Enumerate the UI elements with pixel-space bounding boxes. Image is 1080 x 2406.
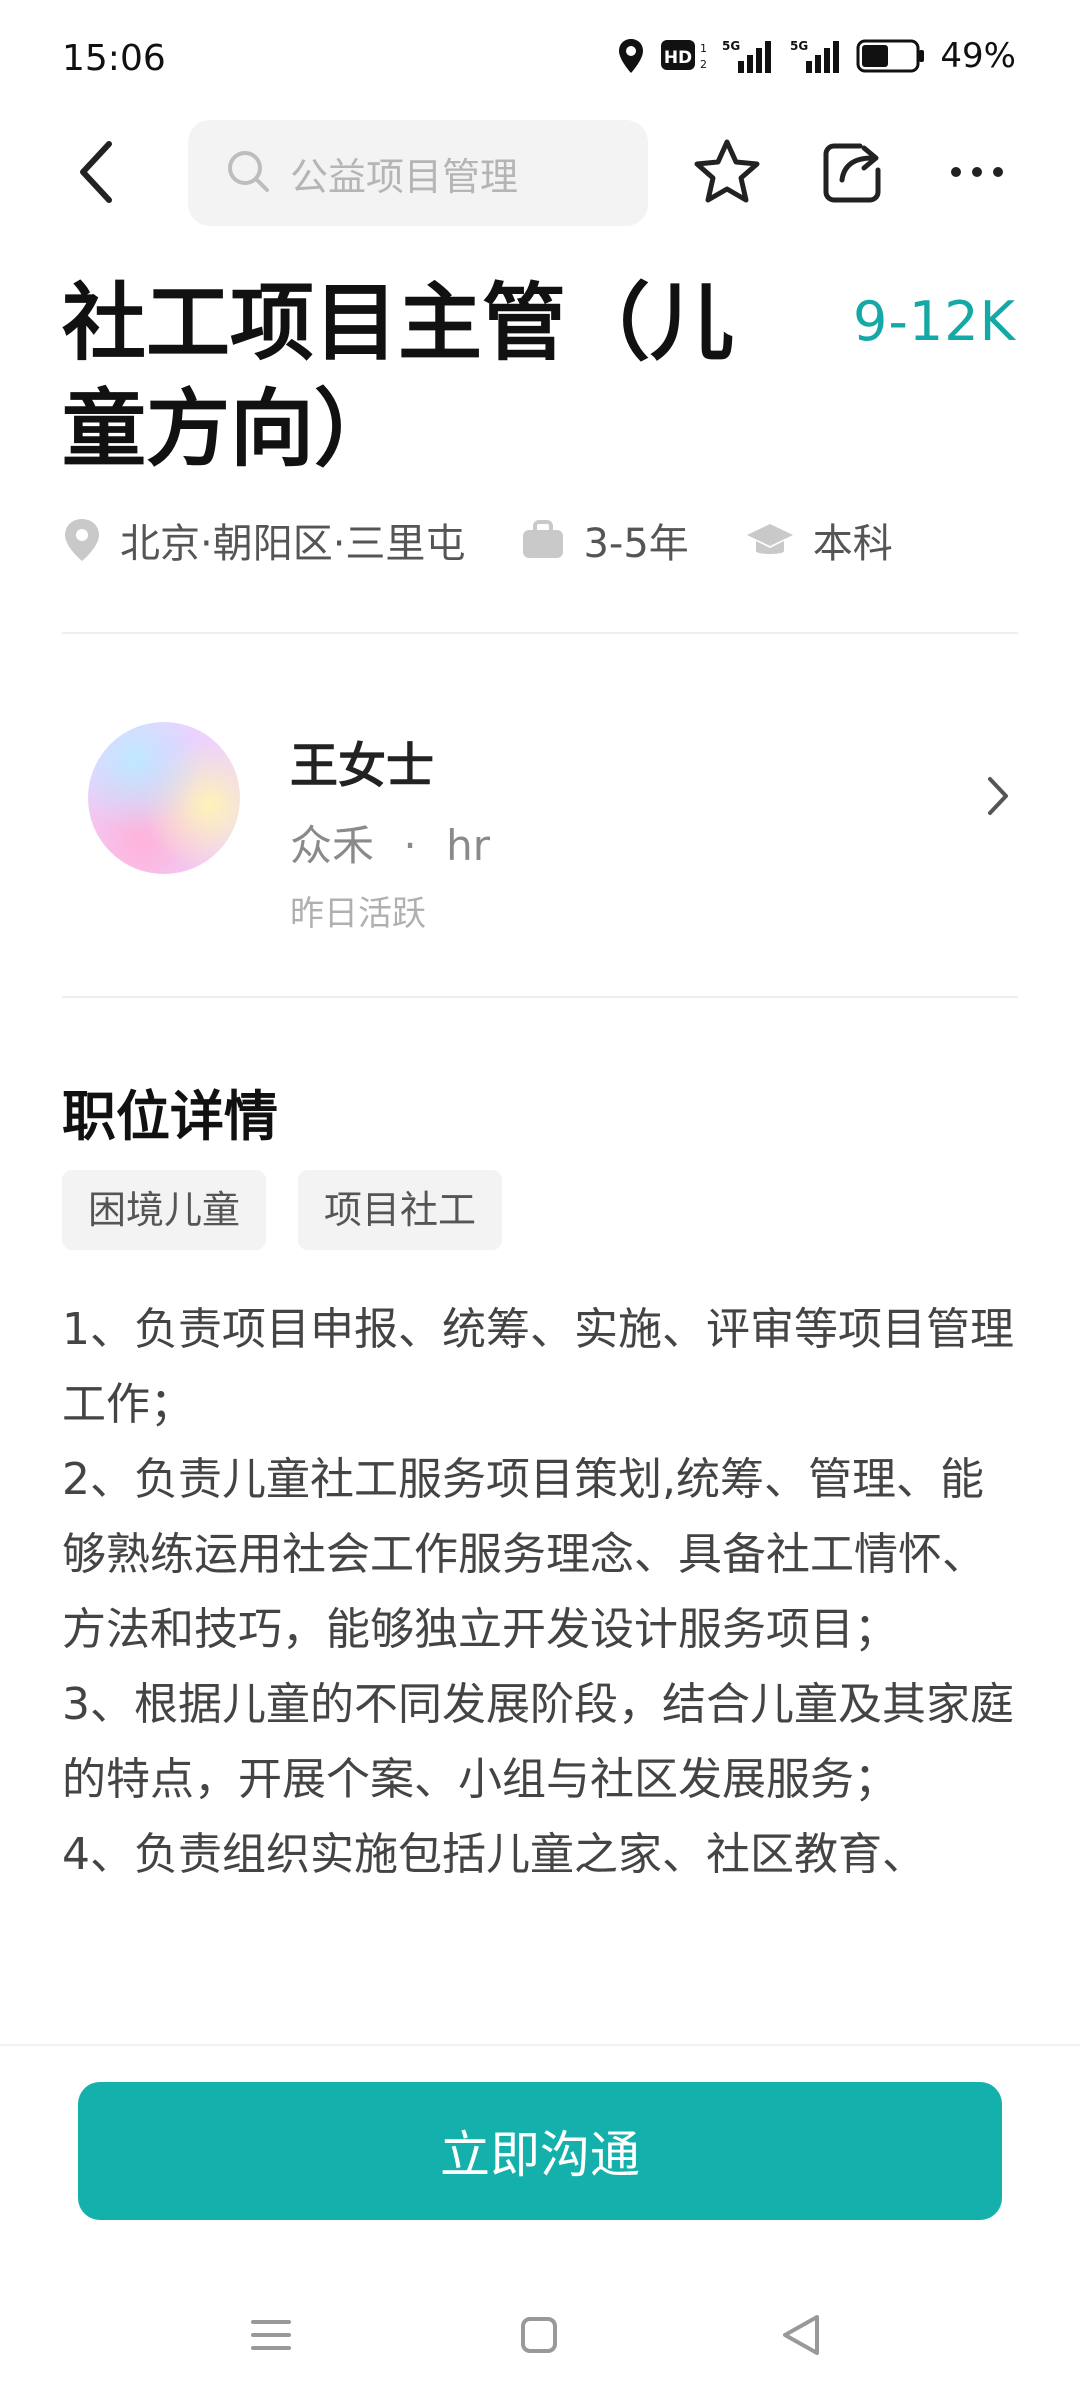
recruiter-role: hr [446,821,490,870]
hd-label: HD [664,48,692,68]
back-icon [77,140,117,208]
description-line: 4、负责组织实施包括儿童之家、社区教育、 [62,1829,926,1880]
job-title-line-1: 社工项目主管（儿 [62,274,735,372]
briefcase-icon [521,520,565,560]
job-meta: 北京·朝阳区·三里屯 3-5年 本科 [62,508,893,572]
search-icon [224,147,272,199]
home-icon [519,2315,559,2359]
recruiter-name: 王女士 [290,738,435,794]
recruiter-activity: 昨日活跃 [290,894,426,934]
recruiter-separator: · [403,821,417,870]
recruiter-company-name: 众禾 [290,821,375,870]
job-experience-text: 3-5年 [583,521,689,567]
signal-5g-icon: 5G [720,37,774,75]
battery-icon [856,38,926,74]
recruiter-company: 众禾 · hr [290,812,490,873]
location-pin-icon [62,517,102,563]
star-icon [693,138,761,208]
job-description: 1、负责项目申报、统筹、实施、评审等项目管理工作； 2、负责儿童社工服务项目策划… [62,1292,1022,1892]
job-title: 社工项目主管（儿 童方向） [62,270,802,482]
tag[interactable]: 项目社工 [298,1170,503,1250]
job-education: 本科 [745,511,893,569]
svg-text:2: 2 [700,58,706,71]
description-line: 3、根据儿童的不同发展阶段，结合儿童及其家庭的特点，开展个案、小组与社区发展服务… [62,1679,1014,1805]
more-button[interactable] [932,128,1022,218]
net-label-2: 5G [790,39,808,53]
status-icons: HD 1 2 5G 5G 49% [616,36,1016,76]
salary: 9-12K [853,290,1016,353]
divider [62,632,1018,634]
avatar[interactable] [88,722,240,874]
job-experience: 3-5年 [521,511,689,569]
section-title: 职位详情 [62,1085,278,1148]
back-button[interactable] [62,134,132,214]
back-triangle-icon [781,2313,821,2361]
job-education-text: 本科 [812,521,893,567]
more-icon [949,164,1005,183]
location-icon [616,37,646,75]
favorite-button[interactable] [682,128,772,218]
chat-now-button[interactable]: 立即沟通 [78,2082,1002,2220]
graduation-cap-icon [745,520,795,560]
description-line: 2、负责儿童社工服务项目策划,统筹、管理、能够熟练运用社会工作服务理念、具备社工… [62,1454,986,1655]
status-time: 15:06 [62,38,166,79]
net-label-1: 5G [722,39,740,53]
svg-text:1: 1 [700,42,706,55]
recruiter-detail-button[interactable] [978,768,1018,828]
search-input[interactable]: 公益项目管理 [188,120,648,226]
nav-back-button[interactable] [756,2302,846,2372]
share-icon [820,138,886,208]
tag-list: 困境儿童 项目社工 [62,1170,503,1250]
job-location-text: 北京·朝阳区·三里屯 [120,521,466,567]
search-placeholder: 公益项目管理 [290,154,519,199]
job-location: 北京·朝阳区·三里屯 [62,511,465,569]
divider [62,996,1018,998]
job-title-line-2: 童方向） [62,380,399,478]
description-line: 1、负责项目申报、统筹、实施、评审等项目管理工作； [62,1304,1014,1430]
battery-percent: 49% [940,36,1016,76]
tag[interactable]: 困境儿童 [62,1170,267,1250]
signal-5g-icon: 5G [788,37,842,75]
nav-home-button[interactable] [494,2302,584,2372]
chevron-right-icon [987,776,1009,820]
menu-icon [249,2317,293,2357]
nav-menu-button[interactable] [226,2302,316,2372]
share-button[interactable] [808,128,898,218]
hd-icon: HD 1 2 [660,38,706,74]
